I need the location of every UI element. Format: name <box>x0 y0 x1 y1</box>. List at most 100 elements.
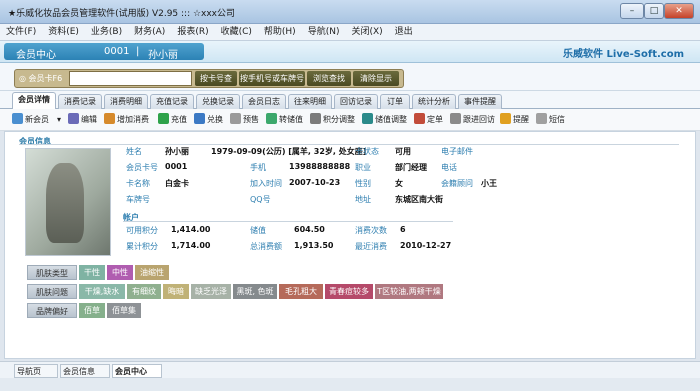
title-bar: ★乐威化妆品会员管理软件(试用版) V2.95 ::: ☆xxx公司 – □ ✕ <box>0 0 700 24</box>
edit-button[interactable]: 编辑 <box>68 112 97 128</box>
menu-data[interactable]: 资料(E) <box>42 24 85 41</box>
tag-large-pores[interactable]: 毛孔粗大 <box>279 284 323 299</box>
order-label: 定单 <box>427 115 443 124</box>
status-strip <box>0 378 700 391</box>
tab-consume-details[interactable]: 消费明细 <box>104 94 148 109</box>
tag-acne[interactable]: 青春痘较多 <box>325 284 373 299</box>
total-points-value: 1,714.00 <box>171 241 211 250</box>
bottom-tab-member-center[interactable]: 会员中心 <box>112 364 162 378</box>
member-info-panel: 会员信息 姓名 孙小丽 1979-09-09(公历) [属羊, 32岁, 处女座… <box>4 131 696 359</box>
new-member-dropdown[interactable]: ▾ <box>57 112 61 128</box>
tab-orders[interactable]: 订单 <box>380 94 410 109</box>
visits-value: 6 <box>400 225 406 234</box>
recharge-button[interactable]: 充值 <box>158 112 187 128</box>
tab-member-log[interactable]: 会员日志 <box>242 94 286 109</box>
action-toolbar: 新会员 ▾ 编辑 增加消费 充值 兑换 预售 转储值 积分调整 储值调整 定单 … <box>0 109 700 131</box>
menu-report[interactable]: 报表(R) <box>171 24 214 41</box>
sms-button[interactable]: 短信 <box>536 112 565 128</box>
alarm-icon <box>500 113 511 124</box>
name-value: 孙小丽 <box>165 147 189 156</box>
tab-member-detail[interactable]: 会员详情 <box>12 92 56 109</box>
exchange-button[interactable]: 兑换 <box>194 112 223 128</box>
menu-navigate[interactable]: 导航(N) <box>302 24 346 41</box>
tag-dull[interactable]: 晦暗 <box>163 284 189 299</box>
bottom-tab-navigation[interactable]: 导航页 <box>14 364 58 378</box>
tag-oily[interactable]: 油缩性 <box>135 265 169 280</box>
menu-close[interactable]: 关闭(X) <box>345 24 388 41</box>
tag-neutral[interactable]: 中性 <box>107 265 133 280</box>
sms-label: 短信 <box>549 115 565 124</box>
tab-visit-records[interactable]: 回访记录 <box>334 94 378 109</box>
minimize-button[interactable]: – <box>620 3 644 19</box>
tab-recharge-records[interactable]: 充值记录 <box>150 94 194 109</box>
tag-fine-lines[interactable]: 有细纹 <box>127 284 161 299</box>
points-adjust-button[interactable]: 积分调整 <box>310 112 355 128</box>
tab-consume-records[interactable]: 消费记录 <box>58 94 102 109</box>
account-divider <box>123 221 453 222</box>
tab-transactions[interactable]: 往来明细 <box>288 94 332 109</box>
menu-file[interactable]: 文件(F) <box>0 24 42 41</box>
window-title: ★乐威化妆品会员管理软件(试用版) V2.95 ::: ☆xxx公司 <box>8 9 236 19</box>
tag-no-luster[interactable]: 缺乏光泽 <box>191 284 231 299</box>
tag-dry[interactable]: 干性 <box>79 265 105 280</box>
skin-problem-label: 肌肤问题 <box>27 284 77 299</box>
menu-business[interactable]: 业务(B) <box>85 24 128 41</box>
add-consume-label: 增加消费 <box>117 115 149 124</box>
points-label: 可用积分 <box>126 226 158 235</box>
name-label: 姓名 <box>126 147 142 156</box>
transfer-button[interactable]: 转储值 <box>266 112 303 128</box>
presale-button[interactable]: 预售 <box>230 112 259 128</box>
phone-label: 电话 <box>441 163 457 172</box>
browse-search-button[interactable]: 浏览查找 <box>307 71 351 86</box>
tab-event-reminders[interactable]: 事件提醒 <box>458 94 502 109</box>
new-member-button[interactable]: 新会员 <box>12 112 49 128</box>
banner-bar: 会员中心 0001 | 孙小丽 <box>4 43 204 61</box>
search-bar: ◎ 会员卡F6 按卡号查 按手机号或车牌号 浏览查找 清除显示 <box>0 63 700 91</box>
card-search-input[interactable] <box>69 71 192 86</box>
tag-t-zone[interactable]: T区较油,两颊干燥 <box>375 284 443 299</box>
banner-member-name: 孙小丽 <box>148 50 178 61</box>
menu-help[interactable]: 帮助(H) <box>258 24 302 41</box>
last-visit-value: 2010-12-27 <box>400 241 452 250</box>
edit-label: 编辑 <box>81 115 97 124</box>
qq-label: QQ号 <box>250 195 271 204</box>
tag-baicao[interactable]: 佰草 <box>79 303 105 318</box>
gender-label: 性别 <box>355 179 371 188</box>
order-button[interactable]: 定单 <box>414 112 443 128</box>
presale-label: 预售 <box>243 115 259 124</box>
tag-dehydrated[interactable]: 干燥,缺水 <box>79 284 125 299</box>
tab-statistics[interactable]: 统计分析 <box>412 94 456 109</box>
sms-icon <box>536 113 547 124</box>
transfer-label: 转储值 <box>279 115 303 124</box>
edit-icon <box>68 113 79 124</box>
total-spend-value: 1,913.50 <box>294 241 334 250</box>
menu-finance[interactable]: 财务(A) <box>128 24 171 41</box>
last-visit-label: 最近消费 <box>355 242 387 251</box>
points-icon <box>310 113 321 124</box>
search-by-phone-button[interactable]: 按手机号或车牌号 <box>239 71 305 86</box>
member-center-banner: 会员中心 0001 | 孙小丽 乐威软件 Live-Soft.com <box>0 41 700 63</box>
tag-dark-spots[interactable]: 黑斑, 色斑 <box>233 284 277 299</box>
menu-exit[interactable]: 退出 <box>389 24 419 41</box>
stored-label: 储值 <box>250 226 266 235</box>
search-by-card-button[interactable]: 按卡号查 <box>195 71 237 86</box>
reminder-button[interactable]: 提醒 <box>500 112 529 128</box>
recharge-label: 充值 <box>171 115 187 124</box>
maximize-button[interactable]: □ <box>644 3 664 19</box>
balance-adjust-button[interactable]: 储值调整 <box>362 112 407 128</box>
card-status-value: 可用 <box>395 147 411 156</box>
close-button[interactable]: ✕ <box>664 3 694 19</box>
exchange-icon <box>194 113 205 124</box>
address-label: 地址 <box>355 195 371 204</box>
exchange-label: 兑换 <box>207 115 223 124</box>
recharge-icon <box>158 113 169 124</box>
tab-exchange-records[interactable]: 兑换记录 <box>196 94 240 109</box>
tag-baicaoji[interactable]: 佰草集 <box>107 303 141 318</box>
bottom-tab-member-info[interactable]: 会员信息 <box>60 364 110 378</box>
clear-display-button[interactable]: 清除显示 <box>353 71 399 86</box>
followup-button[interactable]: 跟进回访 <box>450 112 495 128</box>
add-consume-button[interactable]: 增加消费 <box>104 112 149 128</box>
mobile-value: 13988888888 <box>289 162 351 171</box>
menu-favorites[interactable]: 收藏(C) <box>215 24 258 41</box>
balance-icon <box>362 113 373 124</box>
